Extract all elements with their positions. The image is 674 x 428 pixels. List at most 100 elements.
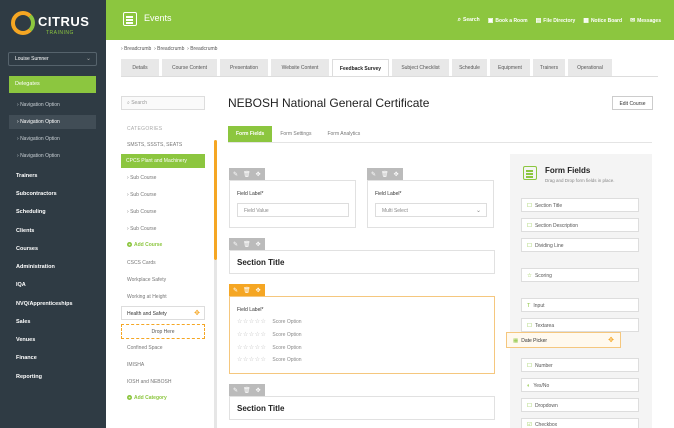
sidebar-item-delegates[interactable]: Delegates (9, 76, 96, 93)
form-field-card[interactable]: Field Label* Field Value (229, 180, 356, 228)
messages-link[interactable]: ✉ Messages (630, 17, 661, 24)
sub-course-item[interactable]: › Sub Course (127, 209, 156, 215)
sidebar-item-iqa[interactable]: IQA (16, 282, 26, 288)
field-type-dropdown[interactable]: ☐ Dropdown (521, 398, 639, 412)
sidebar-item-trainers[interactable]: Trainers (16, 173, 37, 179)
form-field-card[interactable]: Field Label* Multi Select ⌄ (367, 180, 494, 228)
scrollbar-track[interactable] (214, 260, 217, 428)
trash-icon[interactable]: 🗑 (381, 171, 389, 178)
subtab-form-analytics[interactable]: Form Analytics (319, 126, 368, 142)
trash-icon[interactable]: 🗑 (243, 171, 251, 178)
edit-course-button[interactable]: Edit Course (612, 96, 653, 110)
field-type-input[interactable]: T Input (521, 298, 639, 312)
course-search-input[interactable]: ⌕ Search (121, 96, 205, 110)
breadcrumb-item[interactable]: Breadcrumb (190, 46, 217, 52)
stars-icon[interactable]: ☆☆☆☆☆ (237, 345, 266, 351)
text-input[interactable]: Field Value (237, 203, 349, 217)
tab-schedule[interactable]: Schedule (452, 59, 487, 76)
user-selector[interactable]: Louise Sumner ⌄ (8, 52, 97, 66)
sidebar-item-finance[interactable]: Finance (16, 355, 37, 361)
category-item[interactable]: Working at Height (127, 294, 167, 300)
sidebar-item-subcontractors[interactable]: Subcontractors (16, 191, 57, 197)
field-type-date-picker-dragging[interactable]: ▦ Date Picker ✥ (506, 332, 621, 348)
book-room-link[interactable]: ▣ Book a Room (488, 17, 528, 24)
move-icon[interactable]: ✥ (256, 241, 261, 248)
sidebar-item-courses[interactable]: Courses (16, 246, 38, 252)
category-item-dragging[interactable]: Health and Safety ✥ (121, 306, 205, 320)
section-card[interactable]: Section Title (229, 250, 495, 274)
search-link[interactable]: ⌕ Search (458, 17, 480, 24)
field-type-section-title[interactable]: ☐ Section Title (521, 198, 639, 212)
category-item-active[interactable]: CPCS Plant and Machinery (121, 154, 205, 168)
sidebar-item-scheduling[interactable]: Scheduling (16, 209, 46, 215)
breadcrumb-item[interactable]: Breadcrumb (157, 46, 184, 52)
move-icon[interactable]: ✥ (256, 287, 261, 294)
stars-icon[interactable]: ☆☆☆☆☆ (237, 319, 266, 325)
category-item[interactable]: CSCS Cards (127, 260, 156, 266)
tab-subject-checklist[interactable]: Subject Checklist (392, 59, 449, 76)
sidebar-subitem[interactable]: › Navigation Option (9, 132, 96, 146)
sidebar-item-reporting[interactable]: Reporting (16, 374, 42, 380)
move-icon[interactable]: ✥ (256, 171, 261, 178)
multi-select[interactable]: Multi Select ⌄ (375, 203, 487, 217)
move-icon[interactable]: ✥ (256, 387, 261, 394)
edit-icon[interactable]: ✎ (233, 387, 238, 394)
field-type-scoring[interactable]: ☆ Scoring (521, 268, 639, 282)
file-directory-link[interactable]: ▤ File Directory (536, 17, 576, 24)
category-item[interactable]: IOSH and NEBOSH (127, 379, 171, 385)
category-item[interactable]: SMSTS, SSSTS, SEATS (127, 142, 182, 148)
move-icon[interactable]: ✥ (394, 171, 399, 178)
logo[interactable]: CITRUS TRAINING (11, 11, 101, 41)
edit-icon[interactable]: ✎ (233, 241, 238, 248)
tab-website-content[interactable]: Website Content (271, 59, 329, 76)
trash-icon[interactable]: 🗑 (243, 241, 251, 248)
stars-icon[interactable]: ☆☆☆☆☆ (237, 332, 266, 338)
subtab-form-fields[interactable]: Form Fields (228, 126, 273, 142)
add-course-link[interactable]: + Add Course (127, 242, 162, 248)
subtab-form-settings[interactable]: Form Settings (272, 126, 319, 142)
field-type-dividing-line[interactable]: ☐ Dividing Line (521, 238, 639, 252)
score-option-row[interactable]: ☆☆☆☆☆ Score Option (237, 331, 302, 338)
trash-icon[interactable]: 🗑 (243, 287, 251, 294)
sidebar-subitem[interactable]: › Navigation Option (9, 149, 96, 163)
tab-course-content[interactable]: Course Content (162, 59, 217, 76)
score-option-row[interactable]: ☆☆☆☆☆ Score Option (237, 356, 302, 363)
edit-icon[interactable]: ✎ (233, 171, 238, 178)
field-type-number[interactable]: ☐ Number (521, 358, 639, 372)
score-option-row[interactable]: ☆☆☆☆☆ Score Option (237, 344, 302, 351)
sub-course-item[interactable]: › Sub Course (127, 175, 156, 181)
field-type-textarea[interactable]: ☐ Textarea (521, 318, 639, 332)
move-icon[interactable]: ✥ (194, 309, 200, 317)
drop-zone[interactable]: Drop Here (121, 324, 205, 339)
edit-icon[interactable]: ✎ (371, 171, 376, 178)
scrollbar-thumb[interactable] (214, 140, 217, 260)
score-option-row[interactable]: ☆☆☆☆☆ Score Option (237, 318, 302, 325)
sidebar-subitem-selected[interactable]: › Navigation Option (9, 115, 96, 129)
tab-operational[interactable]: Operational (568, 59, 612, 76)
sidebar-item-clients[interactable]: Clients (16, 228, 34, 234)
category-item[interactable]: IMISHA (127, 362, 144, 368)
category-item[interactable]: Confined Space (127, 345, 163, 351)
tab-presentation[interactable]: Presentation (220, 59, 268, 76)
trash-icon[interactable]: 🗑 (243, 387, 251, 394)
field-type-section-description[interactable]: ☐ Section Description (521, 218, 639, 232)
field-type-yes-no[interactable]: ◐ Yes/No (521, 378, 639, 392)
stars-icon[interactable]: ☆☆☆☆☆ (237, 357, 266, 363)
move-icon[interactable]: ✥ (608, 336, 614, 344)
tab-details[interactable]: Details (121, 59, 159, 76)
sidebar-item-sales[interactable]: Sales (16, 319, 30, 325)
sidebar-item-nvq[interactable]: NVQ/Apprenticeships (16, 301, 73, 307)
section-card[interactable]: Section Title (229, 396, 495, 420)
breadcrumb-item[interactable]: Breadcrumb (124, 46, 151, 52)
sidebar-item-administration[interactable]: Administration (16, 264, 55, 270)
tab-trainers[interactable]: Trainers (533, 59, 565, 76)
tab-feedback-survey[interactable]: Feedback Survey (332, 59, 389, 76)
sidebar-subitem[interactable]: › Navigation Option (9, 98, 96, 112)
category-item[interactable]: Workplace Safety (127, 277, 166, 283)
tab-equipment[interactable]: Equipment (490, 59, 530, 76)
sub-course-item[interactable]: › Sub Course (127, 226, 156, 232)
sidebar-item-venues[interactable]: Venues (16, 337, 35, 343)
notice-board-link[interactable]: ▦ Notice Board (583, 17, 622, 24)
sub-course-item[interactable]: › Sub Course (127, 192, 156, 198)
add-category-link[interactable]: + Add Category (127, 395, 167, 401)
